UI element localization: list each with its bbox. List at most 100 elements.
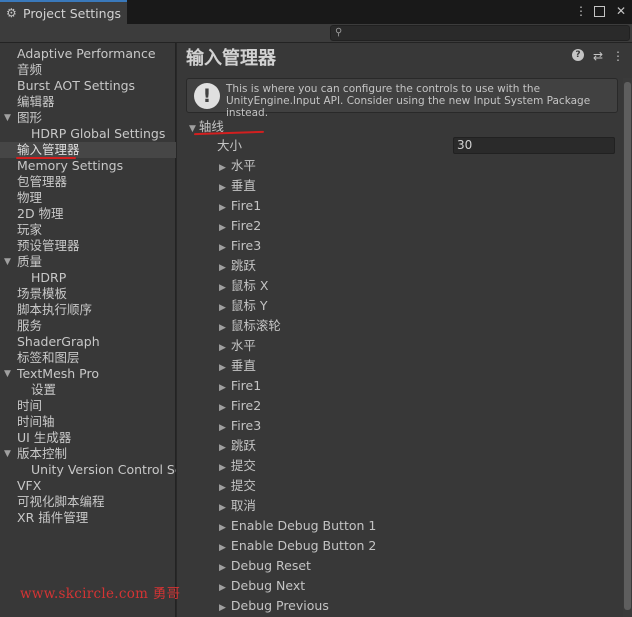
axis-foldout[interactable]: ▶ 提交 (219, 456, 256, 476)
sidebar-item[interactable]: ▼ 图形 (0, 110, 176, 126)
chevron-right-icon: ▶ (219, 383, 226, 393)
chevron-right-icon: ▶ (219, 403, 226, 413)
sidebar-item-label: 2D 物理 (17, 206, 64, 221)
size-label: 大小 (217, 138, 243, 153)
sidebar-item-label: 标签和图层 (17, 350, 80, 365)
axis-foldout[interactable]: ▶ Fire2 (219, 216, 261, 236)
sidebar-item[interactable]: 2D 物理 (0, 206, 176, 222)
sidebar-item[interactable]: UI 生成器 (0, 430, 176, 446)
axis-foldout[interactable]: ▶ Fire2 (219, 396, 261, 416)
axis-foldout[interactable]: ▶ 鼠标 Y (219, 296, 268, 316)
chevron-right-icon: ▶ (219, 563, 226, 573)
axis-foldout[interactable]: ▶ 水平 (219, 156, 256, 176)
axis-foldout[interactable]: ▶ 水平 (219, 336, 256, 356)
sidebar-item[interactable]: XR 插件管理 (0, 510, 176, 526)
axis-foldout[interactable]: ▶ Debug Reset (219, 556, 311, 576)
sidebar-item[interactable]: Adaptive Performance (0, 46, 176, 62)
axis-foldout[interactable]: ▶ 鼠标 X (219, 276, 268, 296)
sidebar-item-label: HDRP (31, 270, 67, 285)
tab-project-settings[interactable]: ⚙ Project Settings (0, 0, 127, 24)
sidebar-item[interactable]: 时间轴 (0, 414, 176, 430)
sidebar-item[interactable]: 音频 (0, 62, 176, 78)
axis-label: Debug Reset (230, 558, 311, 573)
axis-label: 鼠标 X (230, 278, 269, 293)
help-icon[interactable]: ? (571, 49, 584, 61)
sidebar-item[interactable]: Burst AOT Settings (0, 78, 176, 94)
axis-label: 跳跃 (230, 438, 256, 453)
sidebar-item-label: 包管理器 (17, 174, 68, 189)
axis-foldout[interactable]: ▶ Fire3 (219, 416, 261, 436)
chevron-down-icon[interactable]: ▼ (4, 110, 11, 126)
scrollbar-thumb[interactable] (624, 82, 631, 610)
axis-foldout[interactable]: ▶ Fire1 (219, 196, 261, 216)
sidebar-item[interactable]: 标签和图层 (0, 350, 176, 366)
sidebar-item[interactable]: 设置 (0, 382, 176, 398)
sidebar-item-label: 玩家 (17, 222, 43, 237)
axis-label: 提交 (230, 478, 256, 493)
axis-label: 鼠标 Y (230, 298, 268, 313)
sidebar-item[interactable]: 物理 (0, 190, 176, 206)
sidebar-item[interactable]: 输入管理器 (0, 142, 176, 158)
sidebar-item[interactable]: VFX (0, 478, 176, 494)
sidebar-item[interactable]: 编辑器 (0, 94, 176, 110)
kebab-menu-icon[interactable]: ⋮ (612, 49, 624, 63)
sidebar-item[interactable]: ▼ TextMesh Pro (0, 366, 176, 382)
annotation-underline (16, 157, 76, 159)
axis-foldout[interactable]: ▶ 鼠标滚轮 (219, 316, 281, 336)
sidebar-item[interactable]: Memory Settings (0, 158, 176, 174)
axis-foldout[interactable]: ▶ Enable Debug Button 1 (219, 516, 376, 536)
axis-foldout[interactable]: ▶ Fire1 (219, 376, 261, 396)
sidebar-item-label: 时间 (17, 398, 43, 413)
axis-foldout[interactable]: ▶ 跳跃 (219, 436, 256, 456)
maximize-icon[interactable] (594, 3, 608, 19)
kebab-menu-icon[interactable]: ⋮ (574, 3, 588, 19)
sidebar-item[interactable]: ▼ 质量 (0, 254, 176, 270)
sidebar-item-label: VFX (17, 478, 42, 493)
sidebar-item[interactable]: HDRP (0, 270, 176, 286)
chevron-right-icon: ▶ (219, 223, 226, 233)
axis-label: Enable Debug Button 2 (230, 538, 377, 553)
axis-label: 垂直 (230, 358, 256, 373)
sidebar-item[interactable]: 包管理器 (0, 174, 176, 190)
sidebar-item[interactable]: 时间 (0, 398, 176, 414)
axis-foldout[interactable]: ▶ 提交 (219, 476, 256, 496)
tab-strip: ⚙ Project Settings ⋮ ✕ (0, 0, 632, 24)
sidebar-item-label: 场景模板 (17, 286, 68, 301)
axis-foldout[interactable]: ▶ 取消 (219, 496, 256, 516)
input-manager-panel: 输入管理器 ? ⇄ ⋮ ! This is where you can conf… (177, 43, 632, 617)
sidebar-item-label: 设置 (31, 382, 57, 397)
axis-foldout[interactable]: ▶ 跳跃 (219, 256, 256, 276)
chevron-down-icon[interactable]: ▼ (4, 366, 11, 382)
axis-foldout[interactable]: ▶ Debug Next (219, 576, 305, 596)
axis-foldout[interactable]: ▶ Enable Debug Button 2 (219, 536, 376, 556)
sidebar-item-label: XR 插件管理 (17, 510, 89, 525)
sidebar-item[interactable]: HDRP Global Settings (0, 126, 176, 142)
sidebar-item[interactable]: 可视化脚本编程 (0, 494, 176, 510)
axis-label: Fire3 (230, 418, 262, 433)
preset-icon[interactable]: ⇄ (593, 49, 603, 63)
sidebar-item-label: 音频 (17, 62, 43, 77)
sidebar-item-label: 脚本执行顺序 (17, 302, 93, 317)
axis-foldout[interactable]: ▶ 垂直 (219, 356, 256, 376)
gear-icon: ⚙ (6, 6, 17, 20)
sidebar-item[interactable]: 预设管理器 (0, 238, 176, 254)
chevron-down-icon[interactable]: ▼ (4, 446, 11, 462)
sidebar-item-label: 编辑器 (17, 94, 55, 109)
sidebar-item[interactable]: Unity Version Control Settings (0, 462, 176, 478)
chevron-down-icon[interactable]: ▼ (4, 254, 11, 270)
sidebar-item[interactable]: 脚本执行顺序 (0, 302, 176, 318)
axis-foldout[interactable]: ▶ 垂直 (219, 176, 256, 196)
axis-foldout[interactable]: ▶ Fire3 (219, 236, 261, 256)
sidebar-item[interactable]: ▼ 版本控制 (0, 446, 176, 462)
size-field[interactable]: 30 (453, 137, 615, 154)
axis-foldout[interactable]: ▶ Debug Previous (219, 596, 329, 616)
search-input[interactable]: ⚲ (330, 25, 630, 41)
sidebar-item[interactable]: 场景模板 (0, 286, 176, 302)
tab-label: Project Settings (23, 5, 122, 21)
sidebar-item[interactable]: ShaderGraph (0, 334, 176, 350)
close-icon[interactable]: ✕ (614, 3, 628, 19)
sidebar-item[interactable]: 玩家 (0, 222, 176, 238)
vertical-scrollbar[interactable] (623, 78, 632, 617)
chevron-right-icon: ▶ (219, 363, 226, 373)
sidebar-item[interactable]: 服务 (0, 318, 176, 334)
